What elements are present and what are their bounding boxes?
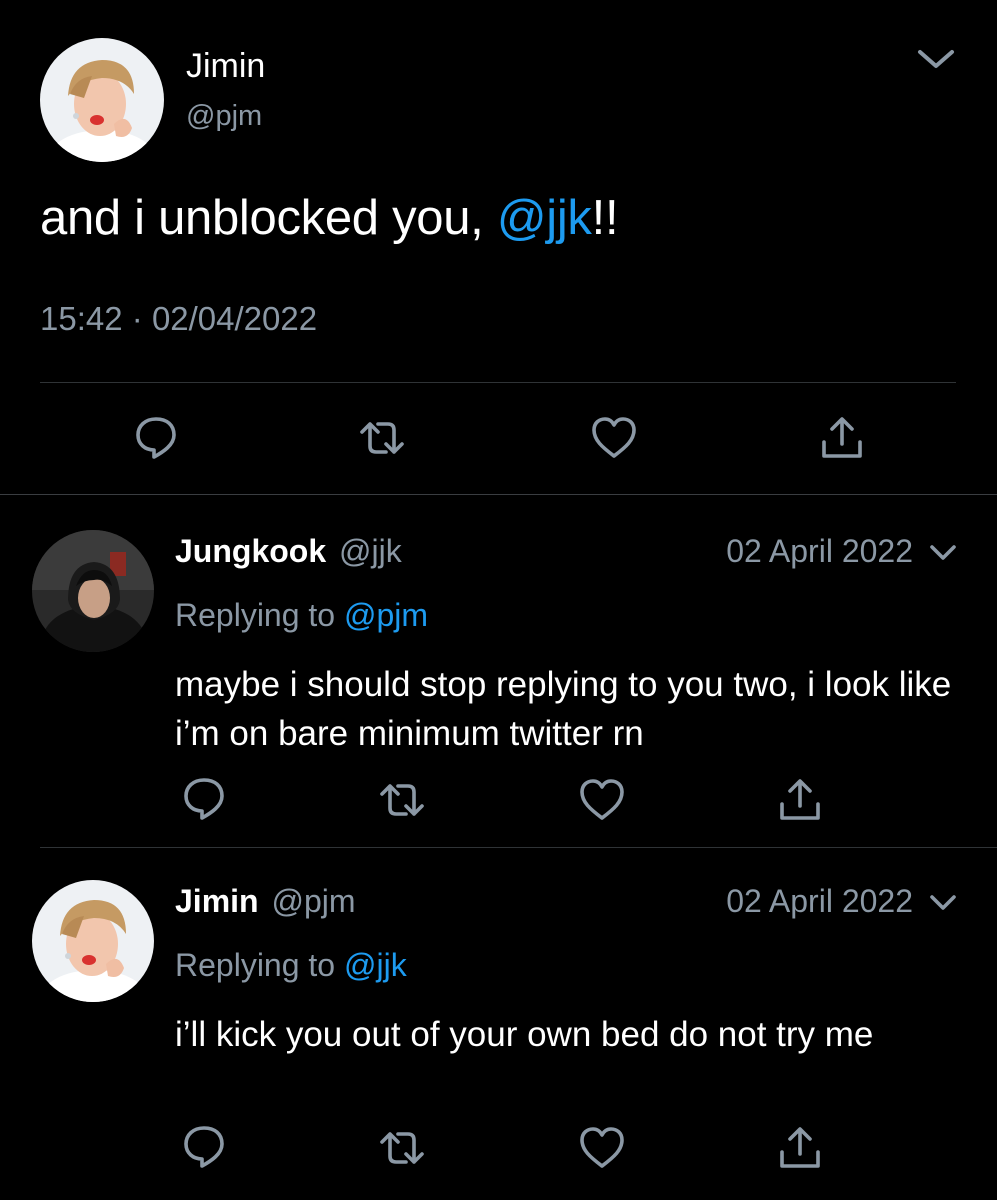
replying-prefix: Replying to <box>175 947 344 983</box>
author-handle[interactable]: @pjm <box>271 883 355 919</box>
tweet-text-before: and i unblocked you, <box>40 191 497 245</box>
action-bar <box>0 770 997 830</box>
tweet-date: 02/04/2022 <box>151 300 318 337</box>
author-name[interactable]: Jimin <box>175 883 259 919</box>
tweet-thread: Jimin @pjm and i unblocked you, @jjk!! 1… <box>0 0 997 1200</box>
action-bar <box>0 1118 997 1178</box>
retweet-icon[interactable] <box>378 776 426 824</box>
tweet-time: 15:42 <box>40 300 123 337</box>
author-name[interactable]: Jungkook <box>175 533 326 569</box>
chevron-down-icon[interactable] <box>928 892 958 914</box>
reply-date: 02 April 2022 <box>726 883 913 919</box>
author-handle[interactable]: @jjk <box>339 533 402 569</box>
reply-icon[interactable] <box>132 413 180 461</box>
reply-date: 02 April 2022 <box>726 533 913 569</box>
replying-to: Replying to @pjm <box>175 597 428 634</box>
replying-to: Replying to @jjk <box>175 947 407 984</box>
tweet-text: i’ll kick you out of your own bed do not… <box>175 1015 874 1054</box>
retweet-icon[interactable] <box>378 1124 426 1172</box>
reply-tweet[interactable]: Jungkook @jjk 02 April 2022 Replying to … <box>0 500 997 850</box>
divider <box>40 382 956 383</box>
reply-header: Jungkook @jjk <box>175 533 402 570</box>
reply-icon[interactable] <box>180 774 228 822</box>
divider <box>0 494 997 495</box>
tweet-text: and i unblocked you, @jjk!! <box>40 190 619 246</box>
divider <box>40 847 997 848</box>
tweet-text: maybe i should stop replying to you two,… <box>175 665 952 753</box>
tweet-text-after: !! <box>591 191 619 245</box>
heart-icon[interactable] <box>578 776 626 824</box>
share-icon[interactable] <box>776 776 824 824</box>
author-name[interactable]: Jimin <box>186 47 265 86</box>
heart-icon[interactable] <box>578 1124 626 1172</box>
replying-to-handle[interactable]: @pjm <box>344 597 428 633</box>
heart-icon[interactable] <box>590 414 638 462</box>
replying-prefix: Replying to <box>175 597 344 633</box>
chevron-down-icon[interactable] <box>914 44 958 74</box>
reply-icon[interactable] <box>180 1122 228 1170</box>
avatar[interactable] <box>32 880 154 1002</box>
retweet-icon[interactable] <box>358 414 406 462</box>
action-bar <box>0 410 997 470</box>
avatar[interactable] <box>40 38 164 162</box>
share-icon[interactable] <box>776 1124 824 1172</box>
tweet-timestamp: 15:42 · 02/04/2022 <box>40 300 317 338</box>
mention-link[interactable]: @jjk <box>497 191 592 245</box>
share-icon[interactable] <box>818 414 866 462</box>
main-tweet[interactable]: Jimin @pjm and i unblocked you, @jjk!! 1… <box>0 0 997 495</box>
replying-to-handle[interactable]: @jjk <box>344 947 407 983</box>
reply-header: Jimin @pjm <box>175 883 356 920</box>
meta-separator: · <box>131 300 143 337</box>
reply-tweet[interactable]: Jimin @pjm 02 April 2022 Replying to @jj… <box>0 850 997 1200</box>
avatar[interactable] <box>32 530 154 652</box>
author-handle[interactable]: @pjm <box>186 100 262 133</box>
chevron-down-icon[interactable] <box>928 542 958 564</box>
